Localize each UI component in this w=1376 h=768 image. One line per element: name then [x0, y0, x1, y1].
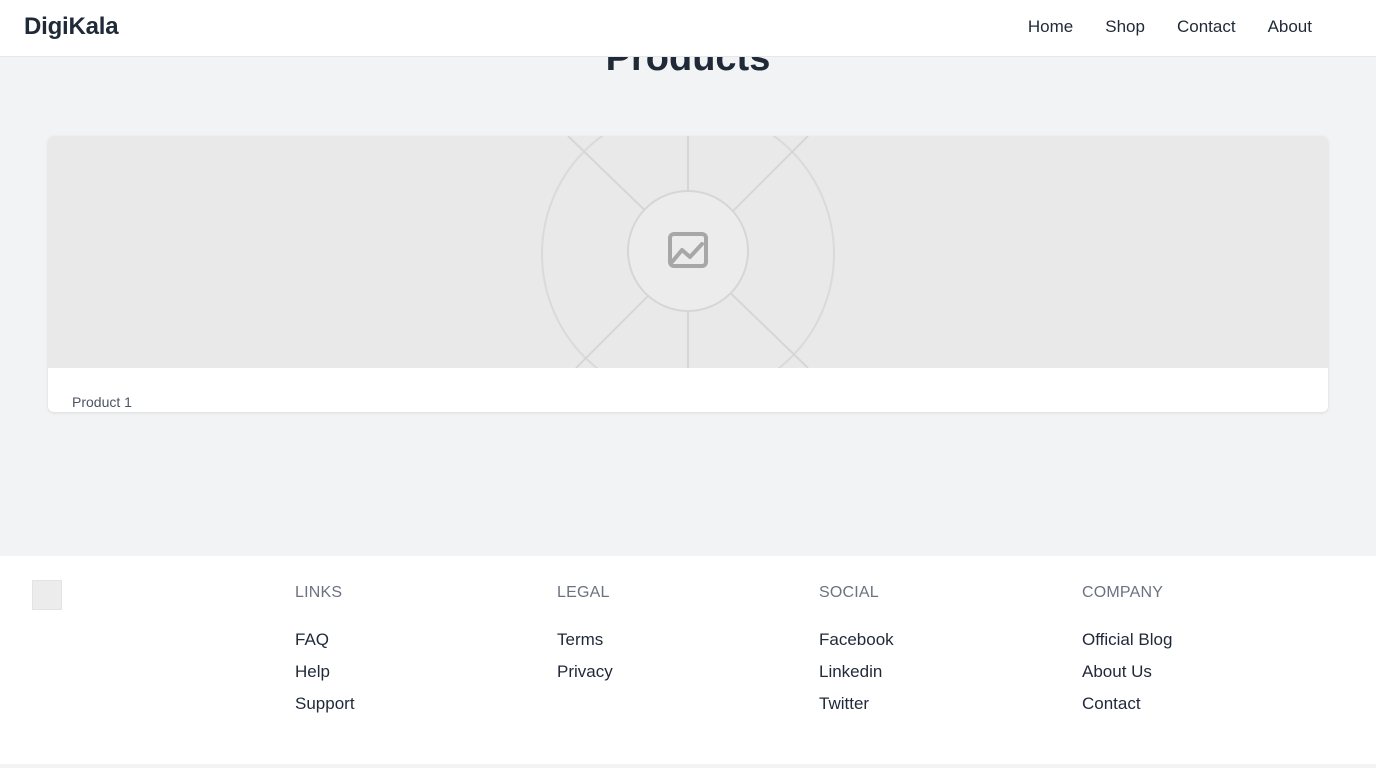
footer-heading: LINKS: [295, 584, 343, 601]
page-bottom-divider: [0, 764, 1376, 768]
site-footer: LINKS FAQ Help Support LEGAL Terms Priva…: [0, 556, 1376, 764]
product-image-placeholder: [48, 136, 1328, 368]
footer-heading: SOCIAL: [819, 584, 879, 601]
site-header: DigiKala Home Shop Contact About: [0, 0, 1376, 57]
nav-shop[interactable]: Shop: [1105, 17, 1145, 37]
footer-column-social: SOCIAL Facebook Linkedin Twitter: [819, 584, 894, 726]
footer-column-company: COMPANY Official Blog About Us Contact: [1082, 584, 1172, 726]
footer-column-links: LINKS FAQ Help Support: [295, 584, 355, 726]
brand-logo[interactable]: DigiKala: [24, 13, 119, 41]
footer-link-terms[interactable]: Terms: [557, 630, 613, 650]
product-card[interactable]: Product 1: [48, 136, 1328, 412]
footer-link-faq[interactable]: FAQ: [295, 630, 355, 650]
footer-column-legal: LEGAL Terms Privacy: [557, 584, 613, 694]
image-placeholder-icon: [488, 136, 888, 368]
main-nav: Home Shop Contact About: [1028, 17, 1312, 37]
footer-heading: COMPANY: [1082, 584, 1164, 601]
footer-heading: LEGAL: [557, 584, 610, 601]
product-name: Product 1: [72, 394, 132, 410]
broken-image-icon: [32, 580, 62, 610]
nav-home[interactable]: Home: [1028, 17, 1073, 37]
footer-link-help[interactable]: Help: [295, 662, 355, 682]
product-card-body: Product 1: [48, 368, 1328, 412]
footer-link-official-blog[interactable]: Official Blog: [1082, 630, 1172, 650]
footer-link-twitter[interactable]: Twitter: [819, 694, 894, 714]
footer-link-privacy[interactable]: Privacy: [557, 662, 613, 682]
footer-link-contact[interactable]: Contact: [1082, 694, 1172, 714]
footer-link-linkedin[interactable]: Linkedin: [819, 662, 894, 682]
nav-about[interactable]: About: [1268, 17, 1312, 37]
footer-link-support[interactable]: Support: [295, 694, 355, 714]
nav-contact[interactable]: Contact: [1177, 17, 1236, 37]
footer-link-about-us[interactable]: About Us: [1082, 662, 1172, 682]
footer-link-facebook[interactable]: Facebook: [819, 630, 894, 650]
